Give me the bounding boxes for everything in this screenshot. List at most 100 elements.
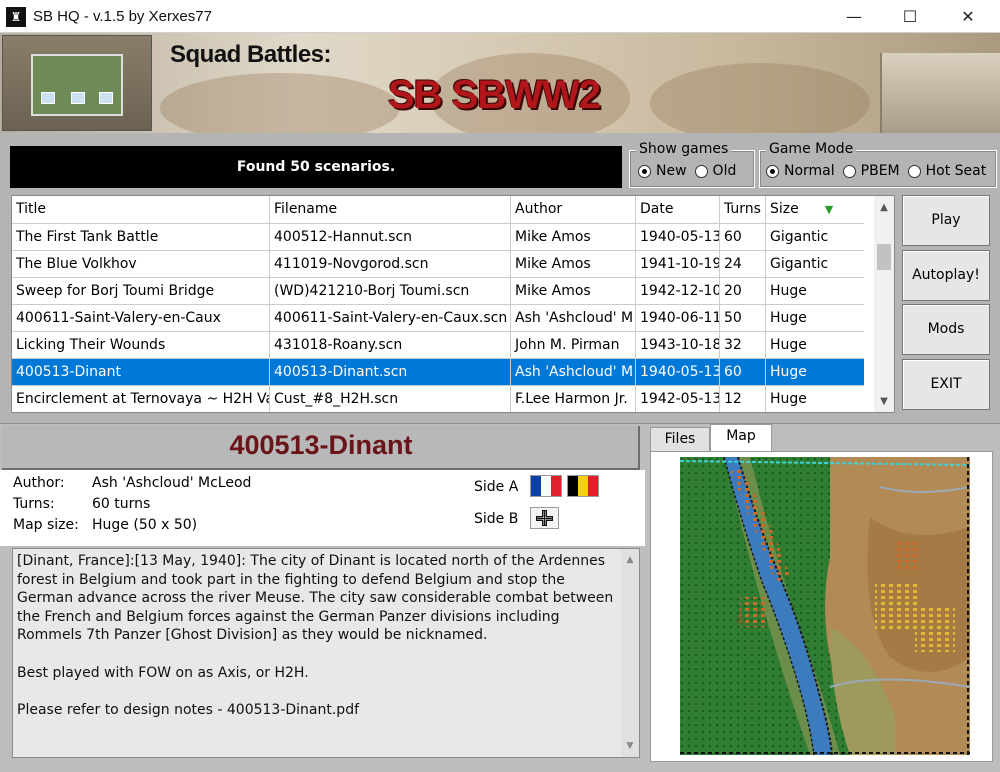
cell-size: Huge [770,364,807,380]
close-button[interactable]: ✕ [940,0,996,33]
autoplay-button[interactable]: Autoplay! [902,250,990,301]
cell-title: The First Tank Battle [12,224,270,250]
side-b-label: Side B [474,511,519,527]
column-header-author[interactable]: Author [511,196,636,223]
cell-filename: 400611-Saint-Valery-en-Caux.scn [270,305,511,331]
sort-descending-icon: ▼ [824,203,834,216]
scenario-description[interactable]: [Dinant, France]:[13 May, 1940]: The cit… [12,548,640,758]
cell-size: Gigantic [770,229,829,245]
table-row-selected[interactable]: 400513-Dinant 400513-Dinant.scn Ash 'Ash… [12,359,864,386]
column-header-size[interactable]: Size ▼ [766,196,864,223]
description-paragraph: [Dinant, France]:[13 May, 1940]: The cit… [17,553,614,643]
cell-turns: 60 [720,224,766,250]
scroll-down-icon[interactable]: ▼ [621,737,639,755]
cell-author: F.Lee Harmon Jr. [511,386,636,412]
tab-map[interactable]: Map [710,424,772,452]
play-button[interactable]: Play [902,195,990,246]
side-a-label: Side A [474,479,519,495]
scenario-title-box: 400513-Dinant [2,426,640,470]
cell-size: Huge [770,337,807,353]
table-header: Title Filename Author Date Turns Size ▼ [12,196,864,224]
radio-old[interactable]: Old [694,163,736,179]
banner-vehicle-image [880,53,1000,133]
cell-filename: 411019-Novgorod.scn [270,251,511,277]
table-row[interactable]: The Blue Volkhov 411019-Novgorod.scn Mik… [12,251,864,278]
banner: Squad Battles: SB SBWW2 [0,33,1000,133]
radio-selected-icon [766,164,779,178]
banner-game-title: SB SBWW2 [388,73,601,117]
cell-turns: 12 [720,386,766,412]
cell-size: Huge [770,310,807,326]
column-header-filename[interactable]: Filename [270,196,511,223]
cell-date: 1942-05-13 [636,386,720,412]
cell-date: 1940-05-13 [636,224,720,250]
minimize-button[interactable]: — [826,0,882,33]
turns-value: 60 turns [92,496,151,512]
cell-author: John M. Pirman [511,332,636,358]
cell-author: Mike Amos [511,278,636,304]
german-cross-flag-icon [530,507,559,529]
cell-title: 400513-Dinant [12,359,270,385]
turns-label: Turns: [13,496,55,512]
app-icon: ♜ [6,7,26,27]
game-mode-group: Game Mode Normal PBEM Hot Seat [759,141,997,188]
french-flag-icon [530,475,562,497]
column-header-turns[interactable]: Turns [720,196,766,223]
map-size-value: Huge (50 x 50) [92,517,198,533]
map-size-label: Map size: [13,517,79,533]
table-row[interactable]: 400611-Saint-Valery-en-Caux 400611-Saint… [12,305,864,332]
scroll-up-icon[interactable]: ▲ [621,551,639,569]
scenario-table[interactable]: Title Filename Author Date Turns Size ▼ T… [11,195,895,413]
cell-title: The Blue Volkhov [12,251,270,277]
cell-title: Licking Their Wounds [12,332,270,358]
description-paragraph: Best played with FOW on as Axis, or H2H. [17,664,309,681]
radio-pbem[interactable]: PBEM [842,163,900,179]
cell-date: 1942-12-10 [636,278,720,304]
cell-title: Sweep for Borj Toumi Bridge [12,278,270,304]
cell-filename: 431018-Roany.scn [270,332,511,358]
scrollbar-thumb[interactable] [877,244,891,270]
mods-button[interactable]: Mods [902,304,990,355]
scroll-up-icon[interactable]: ▲ [874,198,894,218]
cell-size: Huge [770,283,807,299]
exit-button[interactable]: EXIT [902,359,990,410]
show-games-legend: Show games [636,141,732,157]
radio-hot-seat[interactable]: Hot Seat [907,163,986,179]
table-row[interactable]: Sweep for Borj Toumi Bridge (WD)421210-B… [12,278,864,305]
status-message: Found 50 scenarios. [10,146,622,188]
description-paragraph: Please refer to design notes - 400513-Di… [17,702,360,718]
cell-turns: 24 [720,251,766,277]
cell-title: Encirclement at Ternovaya ~ H2H Variant [12,386,270,412]
cell-date: 1943-10-18 [636,332,720,358]
author-value: Ash 'Ashcloud' McLeod [92,475,252,491]
maximize-button[interactable]: ☐ [882,0,938,33]
belgian-flag-icon [567,475,599,497]
column-header-title[interactable]: Title [12,196,270,223]
cell-filename: (WD)421210-Borj Toumi.scn [270,278,511,304]
cell-author: Mike Amos [511,251,636,277]
radio-selected-icon [638,164,651,178]
radio-normal[interactable]: Normal [766,163,835,179]
table-row[interactable]: The First Tank Battle 400512-Hannut.scn … [12,224,864,251]
cell-filename: 400513-Dinant.scn [270,359,511,385]
cell-author: Ash 'Ashcloud' M [511,359,636,385]
map-preview-panel [650,451,993,762]
scenario-title: 400513-Dinant [229,430,413,460]
cell-turns: 50 [720,305,766,331]
column-header-date[interactable]: Date [636,196,720,223]
cell-size: Gigantic [770,256,829,272]
cell-turns: 60 [720,359,766,385]
game-box-art-image [2,35,152,131]
description-scrollbar[interactable]: ▲ ▼ [621,549,639,757]
radio-empty-icon [907,164,921,178]
table-row[interactable]: Licking Their Wounds 431018-Roany.scn Jo… [12,332,864,359]
radio-empty-icon [842,164,856,178]
radio-new[interactable]: New [638,163,687,179]
banner-heading: Squad Battles: [170,41,332,68]
tab-files[interactable]: Files [650,427,710,451]
game-mode-legend: Game Mode [766,141,857,157]
table-row[interactable]: Encirclement at Ternovaya ~ H2H Variant … [12,386,864,412]
cell-author: Ash 'Ashcloud' M [511,305,636,331]
table-scrollbar[interactable]: ▲ ▼ [874,196,894,412]
scroll-down-icon[interactable]: ▼ [874,392,894,412]
